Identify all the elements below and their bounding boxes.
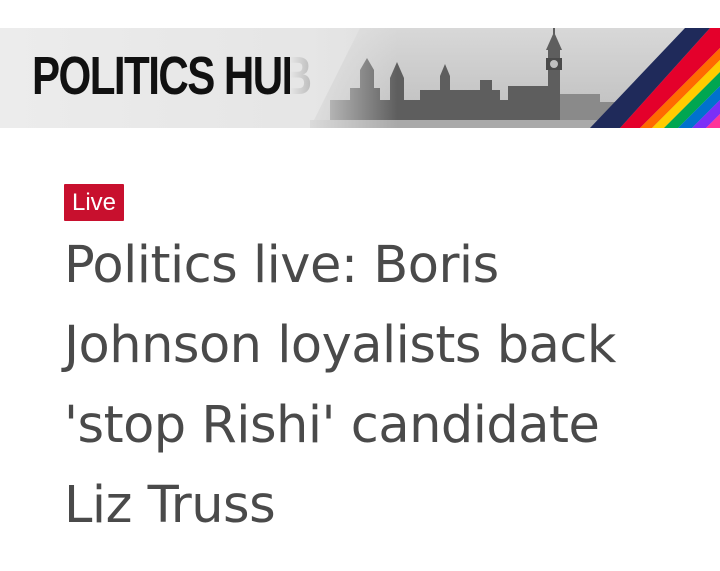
- politics-hub-banner[interactable]: POLITICS HUB: [0, 28, 720, 128]
- hub-title: POLITICS HUB: [32, 46, 312, 106]
- live-badge: Live: [64, 184, 125, 221]
- westminster-skyline-icon: [290, 28, 720, 128]
- top-spacer: [0, 0, 720, 28]
- article-headline[interactable]: Politics live: Boris Johnson loyalists b…: [64, 226, 664, 546]
